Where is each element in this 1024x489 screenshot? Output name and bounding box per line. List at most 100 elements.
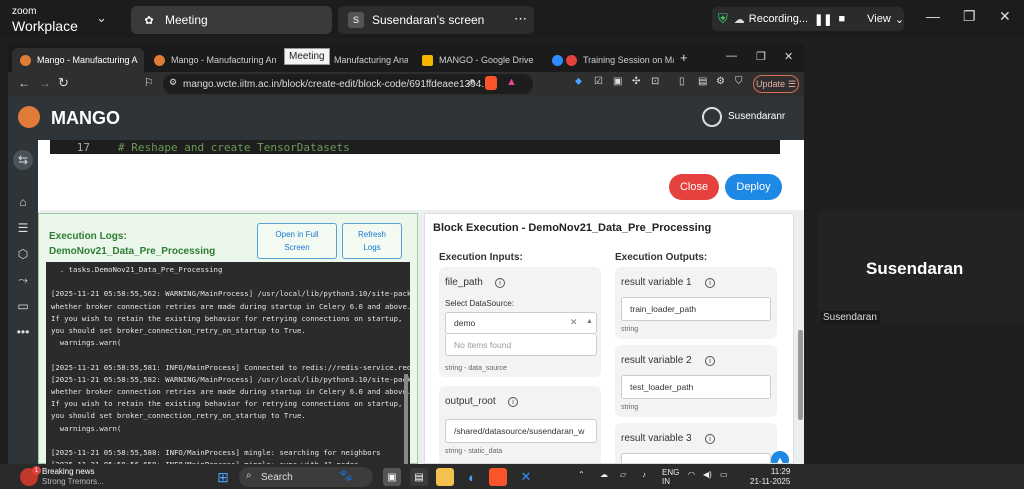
extension-icon[interactable]: ⬥ (575, 76, 582, 87)
vscode-icon[interactable]: ✕ (517, 468, 535, 486)
mango-sidebar: ⇆ ⌂ ☰ ⬡ ⤳ ▭ ••• (8, 140, 38, 464)
avatar[interactable] (702, 107, 722, 127)
participant-video[interactable]: Susendaran (818, 211, 1024, 324)
onedrive-icon[interactable]: ▱ (620, 470, 626, 479)
cube-icon[interactable]: ⬡ (13, 244, 33, 264)
input-value: test_loader_path (630, 382, 694, 392)
extension-icon[interactable]: ▣ (613, 76, 622, 87)
info-icon[interactable]: i (705, 278, 715, 288)
pause-icon[interactable]: ❚❚ (814, 13, 832, 26)
news-badge: 1 (32, 466, 41, 475)
forward-icon[interactable]: → (39, 76, 51, 90)
more-options-icon[interactable]: ⋯ (514, 11, 527, 27)
wifi-icon[interactable]: ◠ (688, 470, 695, 479)
new-tab-icon[interactable]: + (680, 50, 688, 65)
back-icon[interactable]: ← (18, 76, 30, 90)
browser-tab-1[interactable]: Mango - Manufacturing A ✕ (12, 48, 144, 72)
restore-icon[interactable]: ❐ (963, 8, 976, 25)
zoom-tab-meeting[interactable]: ✿ Meeting (131, 6, 332, 34)
stop-icon[interactable]: ■ (839, 13, 846, 25)
browser-tab-5[interactable]: Training Session on Manuf (544, 48, 674, 72)
sidebar-icon[interactable]: ▯ (679, 76, 685, 87)
search-icon: ⌕ (246, 470, 252, 481)
chevron-up-icon[interactable]: ▲ (586, 318, 593, 325)
tab-tooltip: Meeting (284, 48, 330, 65)
news-widget[interactable]: Breaking news Strong Tremors... (42, 467, 104, 487)
task-view-icon[interactable]: ▣ (383, 468, 401, 486)
share-icon[interactable]: ⇗ (466, 76, 475, 89)
info-icon[interactable]: i (705, 434, 715, 444)
brave-icon[interactable] (489, 468, 507, 486)
bookmark-icon[interactable]: ⚐ (144, 76, 154, 89)
pipeline-icon[interactable]: ⤳ (13, 270, 33, 290)
extensions-puzzle-icon[interactable]: ✣ (632, 76, 640, 87)
code-editor[interactable]: 17 # Reshape and create TensorDatasets (50, 140, 780, 154)
result-variable-input[interactable] (621, 453, 771, 463)
address-bar[interactable]: ⚙ mango.wcte.iitm.ac.in/block/create-edi… (163, 74, 533, 94)
recording-status[interactable]: ⛨ ☁ Recording... ❚❚ ■ View ⌄ (712, 7, 904, 31)
screenshot-icon[interactable]: ⊡ (651, 76, 659, 87)
scroll-top-icon[interactable]: ▲ (771, 451, 789, 463)
minimize-icon[interactable]: — (926, 8, 940, 24)
brave-rewards-icon[interactable]: ▲ (506, 76, 517, 88)
info-icon[interactable]: i (495, 278, 505, 288)
info-icon[interactable]: i (705, 356, 715, 366)
deploy-button[interactable]: Deploy (725, 174, 782, 200)
widgets-icon[interactable]: ▤ (410, 468, 428, 486)
vpn-icon[interactable]: ⛉ (735, 76, 743, 87)
chevron-up-icon[interactable]: ⌃ (578, 470, 585, 479)
input-label: output_root (445, 396, 496, 407)
database-icon[interactable]: ☰ (13, 218, 33, 238)
zoom-top-bar: zoom Workplace ⌄ ✿ Meeting S Susendaran'… (0, 0, 1024, 38)
taskbar-search[interactable]: ⌕ Search 🐾 (239, 467, 373, 487)
browser-tab-4[interactable]: MANGO - Google Drive (414, 48, 544, 72)
browser-tab-2[interactable]: Mango - Manufacturing Analy (146, 48, 276, 72)
scrollbar[interactable] (404, 374, 408, 464)
close-window-icon[interactable]: ✕ (999, 8, 1011, 25)
result-variable-input[interactable]: test_loader_path (621, 375, 771, 399)
scrollbar[interactable] (798, 330, 803, 420)
lang-text: ENG (662, 468, 680, 477)
chevron-down-icon[interactable]: ⌄ (96, 10, 107, 26)
close-button[interactable]: Close (669, 174, 719, 200)
minimize-icon[interactable]: — (726, 50, 737, 62)
reload-icon[interactable]: ↻ (58, 75, 69, 91)
open-full-screen-button[interactable]: Open in Full Screen (257, 223, 337, 259)
refresh-logs-button[interactable]: Refresh Logs (342, 223, 402, 259)
view-button[interactable]: View (867, 13, 891, 25)
brave-shield-icon[interactable] (485, 76, 497, 90)
log-output[interactable]: . tasks.DemoNov21_Data_Pre_Processing [2… (46, 262, 410, 464)
datasource-select[interactable]: demo ✕ ▲ (445, 312, 597, 334)
home-icon[interactable]: ⌂ (13, 192, 33, 212)
restore-icon[interactable]: ❐ (756, 50, 766, 63)
edge-icon[interactable]: ◐ (463, 468, 481, 486)
swap-icon[interactable]: ⇆ (13, 150, 33, 170)
result-variable-input[interactable]: train_loader_path (621, 297, 771, 321)
taskbar: 1 Breaking news Strong Tremors... ⊞ ⌕ Se… (0, 464, 1024, 489)
no-items-text: No items found (454, 339, 512, 350)
microphone-icon[interactable]: ♪ (642, 470, 646, 479)
monitor-icon[interactable]: ▭ (13, 296, 33, 316)
wallet-icon[interactable]: ▤ (698, 76, 707, 87)
language-indicator[interactable]: ENG IN (662, 468, 679, 486)
output-label: result variable 3 (621, 433, 692, 444)
output-root-input[interactable]: /shared/datasource/susendaran_w (445, 419, 597, 443)
volume-icon[interactable]: ◀) (703, 470, 712, 479)
cloud-icon[interactable]: ☁ (600, 470, 608, 479)
zoom-tab-screen[interactable]: S Susendaran's screen ⋯ (338, 6, 534, 34)
battery-icon[interactable]: ▭ (720, 470, 728, 479)
settings-icon[interactable]: ⚙ (716, 76, 725, 87)
file-explorer-icon[interactable] (436, 468, 454, 486)
site-settings-icon[interactable]: ⚙ (169, 77, 177, 88)
clear-icon[interactable]: ✕ (570, 317, 578, 328)
extension-icon[interactable]: ☑ (594, 76, 603, 87)
main-content: 17 # Reshape and create TensorDatasets C… (38, 140, 804, 464)
more-icon[interactable]: ••• (13, 322, 33, 342)
update-button[interactable]: Update ☰ (753, 75, 799, 93)
windows-start-icon[interactable]: ⊞ (214, 468, 232, 486)
clock[interactable]: 11:29 21-11-2025 (750, 467, 790, 487)
close-window-icon[interactable]: ✕ (784, 50, 793, 63)
info-icon[interactable]: i (508, 397, 518, 407)
browser-tab-3[interactable]: Manufacturing Analy (326, 48, 408, 72)
user-name[interactable]: Susendaranr (728, 111, 785, 122)
